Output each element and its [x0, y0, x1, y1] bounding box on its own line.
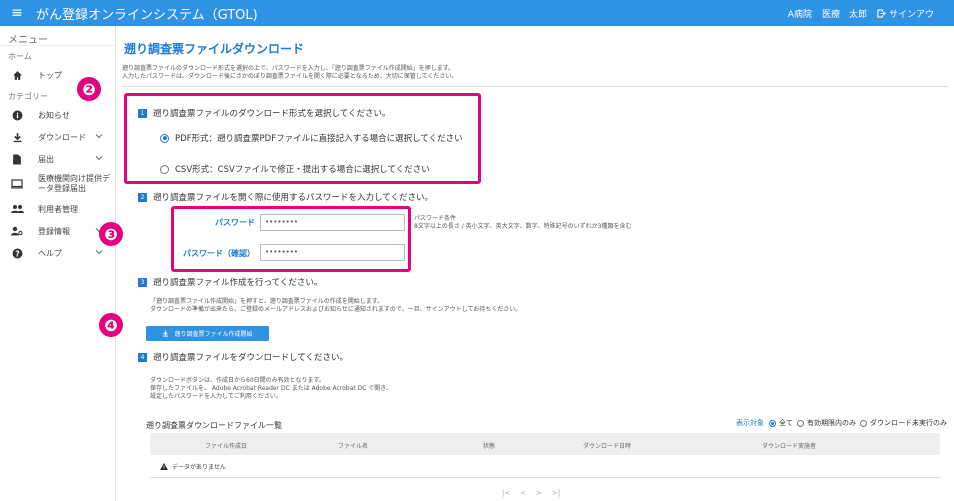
sidebar-item-label: ヘルプ [38, 248, 62, 258]
download-icon [163, 330, 169, 337]
home-icon [10, 68, 24, 82]
step2-title-text: 遡り調査票ファイルを開く際に使用するパスワードを入力してください。 [153, 193, 433, 203]
info-icon [10, 108, 24, 122]
sidebar-item-label: ダウンロード [38, 132, 86, 142]
annotation-badge-2: ❷ [77, 77, 101, 101]
next-page-button[interactable]: > [536, 489, 542, 497]
help-icon: ? [10, 246, 24, 260]
format-option-pdf-label: PDF形式：遡り調査票PDFファイルに直接記入する場合に選択してください [175, 134, 463, 144]
hospital-name: A病院 [787, 9, 812, 20]
signout-button[interactable]: サインアウ [877, 7, 944, 20]
app-bar: ≡ がん登録オンラインシステム（GTOL) A病院 医療 太郎 サインアウ [0, 0, 954, 26]
sidebar-item-download[interactable]: ダウンロード [0, 126, 115, 148]
sidebar-item-label: トップ [38, 70, 62, 80]
chevron-down-icon [95, 154, 103, 164]
filter-option-all[interactable]: 全て [769, 418, 793, 428]
sidebar-item-report[interactable]: 届出 [0, 148, 115, 170]
filter-label: 表示対象 [736, 419, 764, 427]
table-empty-message: データがありません [172, 463, 226, 471]
user-name: 医療 太郎 [821, 9, 867, 20]
user-settings-icon [10, 224, 24, 238]
column-header: 状態 [483, 443, 496, 450]
column-header: ファイル作成日 [205, 443, 248, 450]
radio-not-downloaded[interactable] [860, 419, 867, 427]
filter-option-label: ダウンロード未実行のみ [870, 419, 947, 427]
step3-title: 3 遡り調査票ファイル作成を行ってください。 [138, 276, 322, 288]
step4-title: 4 遡り調査票ファイルをダウンロードしてください。 [138, 351, 348, 363]
sidebar-item-label: お知らせ [38, 110, 70, 120]
display-filter: 表示対象 全て 有効期限内のみ ダウンロード未実行のみ [736, 418, 951, 428]
password-confirm-input[interactable]: •••••••• [260, 244, 405, 261]
format-option-csv-label: CSV形式：CSVファイルで修正・提出する場合に選択してください [175, 165, 430, 175]
users-icon [10, 202, 24, 216]
column-header: ダウンロード日時 [583, 443, 632, 450]
sidebar-header: メニュー [0, 26, 115, 46]
sidebar-item-user-management[interactable]: 利用者管理 [0, 198, 115, 220]
user-area: A病院 医療 太郎 サインアウ [788, 0, 954, 26]
step4-description-line3: 設定したパスワードを入力してご利用ください。 [150, 393, 282, 400]
step3-title-text: 遡り調査票ファイル作成を行ってください。 [153, 278, 323, 288]
svg-text:?: ? [15, 249, 19, 258]
filter-option-valid[interactable]: 有効期限内のみ [797, 418, 856, 428]
filter-option-label: 有効期限内のみ [807, 419, 856, 427]
sidebar-section-home: ホーム [8, 52, 32, 61]
main-content: 遡り調査票ファイルダウンロード 遡り調査票ファイルのダウンロード形式を選択の上で… [117, 26, 954, 501]
app-title: がん登録オンラインシステム（GTOL) [36, 7, 258, 23]
step3-description-line2: ダウンロードの準備が出来たら、ご登録のメールアドレスおよびお知らせに通知されます… [150, 306, 522, 313]
sidebar-item-label: 利用者管理 [38, 204, 78, 214]
table-header: ファイル作成日 ファイル名 状態 ダウンロード日時 ダウンロード実施者 [150, 433, 940, 455]
filter-option-not-downloaded[interactable]: ダウンロード未実行のみ [860, 418, 947, 428]
sidebar-item-news[interactable]: お知らせ [0, 104, 115, 126]
password-confirm-label: パスワード（確認） [183, 249, 255, 258]
password-label: パスワード [215, 218, 255, 227]
last-page-button[interactable]: >| [552, 489, 560, 497]
warning-icon [160, 462, 168, 470]
download-table: ファイル作成日 ファイル名 状態 ダウンロード日時 ダウンロード実施者 データが… [150, 433, 940, 478]
format-option-csv[interactable]: CSV形式：CSVファイルで修正・提出する場合に選択してください [160, 163, 430, 175]
column-header: ダウンロード実施者 [762, 443, 817, 450]
step4-number: 4 [138, 352, 147, 362]
create-file-button-label: 遡り調査票ファイル作成開始 [174, 331, 253, 338]
create-file-button[interactable]: 遡り調査票ファイル作成開始 [146, 326, 269, 341]
step1-number: 1 [138, 108, 147, 118]
radio-pdf[interactable] [160, 133, 169, 143]
format-option-pdf[interactable]: PDF形式：遡り調査票PDFファイルに直接記入する場合に選択してください [160, 132, 463, 144]
signout-label: サインアウ [888, 9, 934, 20]
page-description-line2: 入力したパスワードは、ダウンロード後にさかのぼり調査票ファイルを開く際に必要とな… [122, 73, 458, 80]
sidebar-item-label: 登録情報 [38, 226, 70, 236]
column-header: ファイル名 [338, 443, 369, 450]
hamburger-menu-icon[interactable]: ≡ [6, 5, 28, 21]
sidebar-item-help[interactable]: ? ヘルプ [0, 242, 115, 264]
radio-csv[interactable] [160, 164, 169, 174]
download-list-title: 遡り調査票ダウンロードファイル一覧 [146, 421, 282, 430]
pagination: |< < > >| [497, 489, 565, 497]
signout-icon [877, 8, 886, 18]
password-conditions-text: 8文字以上の長さ / 英小文字、英大文字、数字、特殊記号のいずれか3種類を含む [414, 223, 632, 230]
step2-number: 2 [138, 192, 147, 202]
sidebar-item-data-registration[interactable]: 医療機関向け提供デ ータ登録届出 [0, 170, 115, 198]
chevron-down-icon [95, 132, 103, 142]
table-empty-row: データがありません [150, 455, 940, 478]
sidebar-item-registration-info[interactable]: 登録情報 [0, 220, 115, 242]
monitor-icon [10, 177, 24, 191]
sidebar-item-label: 届出 [38, 154, 54, 164]
step3-number: 3 [138, 277, 147, 287]
sidebar: メニュー ホーム トップ カテゴリー お知らせ ダウンロード 届出 医療機関向け… [0, 26, 116, 501]
step1-title-text: 遡り調査票ファイルのダウンロード形式を選択してください。 [153, 109, 391, 119]
download-icon [10, 130, 24, 144]
first-page-button[interactable]: |< [502, 489, 510, 497]
step1-title: 1 遡り調査票ファイルのダウンロード形式を選択してください。 [138, 107, 391, 119]
sidebar-item-label: 医療機関向け提供デ ータ登録届出 [38, 174, 110, 193]
step4-title-text: 遡り調査票ファイルをダウンロードしてください。 [153, 353, 348, 363]
radio-valid[interactable] [797, 419, 804, 427]
divider [122, 86, 948, 87]
radio-all[interactable] [769, 419, 776, 427]
file-icon [10, 152, 24, 166]
password-input[interactable]: •••••••• [260, 214, 405, 231]
chevron-down-icon [95, 248, 103, 258]
prev-page-button[interactable]: < [520, 489, 526, 497]
filter-option-label: 全て [779, 419, 793, 427]
step2-title: 2 遡り調査票ファイルを開く際に使用するパスワードを入力してください。 [138, 191, 433, 203]
page-title: 遡り調査票ファイルダウンロード [124, 42, 305, 56]
